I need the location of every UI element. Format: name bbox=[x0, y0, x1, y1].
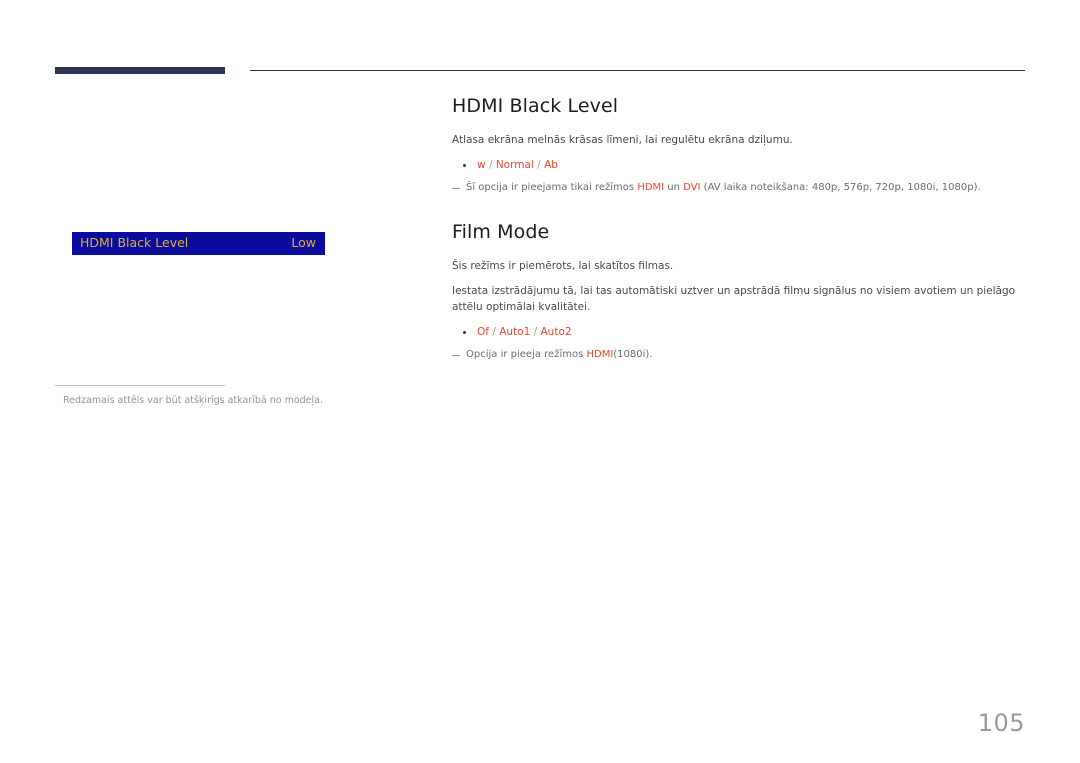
note-middle: un bbox=[664, 181, 684, 193]
note-prefix: Šī opcija ir pieejama tikai režīmos bbox=[466, 181, 638, 193]
note-suffix: (1080i). bbox=[613, 348, 653, 360]
osd-preview-row: HDMI Black Level Low bbox=[72, 232, 325, 255]
option-value-low: w bbox=[477, 159, 486, 172]
option-separator: / bbox=[537, 159, 541, 172]
section-title-hdmi-black-level: HDMI Black Level bbox=[452, 95, 619, 117]
note-prefix: Opcija ir pieeja režīmos bbox=[466, 348, 587, 360]
note-suffix: (AV laika noteikšana: 480p, 576p, 720p, … bbox=[700, 181, 981, 193]
caption-divider bbox=[55, 385, 225, 386]
section-film-mode: Film Mode Šis režīms ir piemērots, lai s… bbox=[452, 222, 1032, 362]
section-description-secondary: Iestata izstrādājumu tā, lai tas automāt… bbox=[452, 285, 1016, 313]
caption-text: Redzamais attēls var būt atšķirīgs atkar… bbox=[63, 395, 324, 406]
section-note: Šī opcija ir pieejama tikai režīmos HDMI… bbox=[452, 181, 1032, 196]
section-description: Atlasa ekrāna melnās krāsas līmeni, lai … bbox=[452, 133, 793, 146]
option-list-hdmi-black-level: w / Normal / Ab bbox=[452, 158, 1032, 174]
option-list-item: w / Normal / Ab bbox=[463, 158, 1032, 174]
section-description: Šis režīms ir piemērots, lai skatītos fi… bbox=[452, 260, 674, 273]
osd-preview-value: Low bbox=[291, 235, 316, 251]
option-separator: / bbox=[533, 325, 538, 338]
figure-caption: Redzamais attēls var būt atšķirīgs atkar… bbox=[55, 385, 355, 408]
option-separator: / bbox=[492, 325, 496, 338]
option-list-item: Of / Auto1 / Auto2 bbox=[463, 325, 1032, 341]
section-note: Opcija ir pieeja režīmos HDMI(1080i). bbox=[452, 348, 1032, 363]
page-number: 105 bbox=[977, 709, 1025, 737]
option-list-film-mode: Of / Auto1 / Auto2 bbox=[452, 325, 1032, 341]
section-title-film-mode: Film Mode bbox=[452, 221, 550, 244]
option-value-auto2: Auto2 bbox=[540, 325, 572, 338]
note-highlight-dvi: DVI bbox=[683, 181, 701, 193]
option-value-auto1: Auto1 bbox=[499, 325, 531, 338]
left-illustration-column: HDMI Black Level Low Redzamais attēls va… bbox=[0, 0, 440, 763]
note-highlight-hdmi: HDMI bbox=[637, 181, 665, 193]
section-hdmi-black-level: HDMI Black Level Atlasa ekrāna melnās kr… bbox=[452, 96, 1032, 195]
option-value-normal: Normal bbox=[495, 159, 534, 172]
note-highlight-hdmi: HDMI bbox=[586, 348, 614, 360]
option-separator: / bbox=[488, 159, 493, 172]
osd-preview-label: HDMI Black Level bbox=[80, 235, 189, 251]
option-value-auto: Ab bbox=[544, 159, 558, 172]
option-value-off: Of bbox=[477, 325, 489, 338]
main-content: HDMI Black Level Atlasa ekrāna melnās kr… bbox=[452, 96, 1032, 365]
